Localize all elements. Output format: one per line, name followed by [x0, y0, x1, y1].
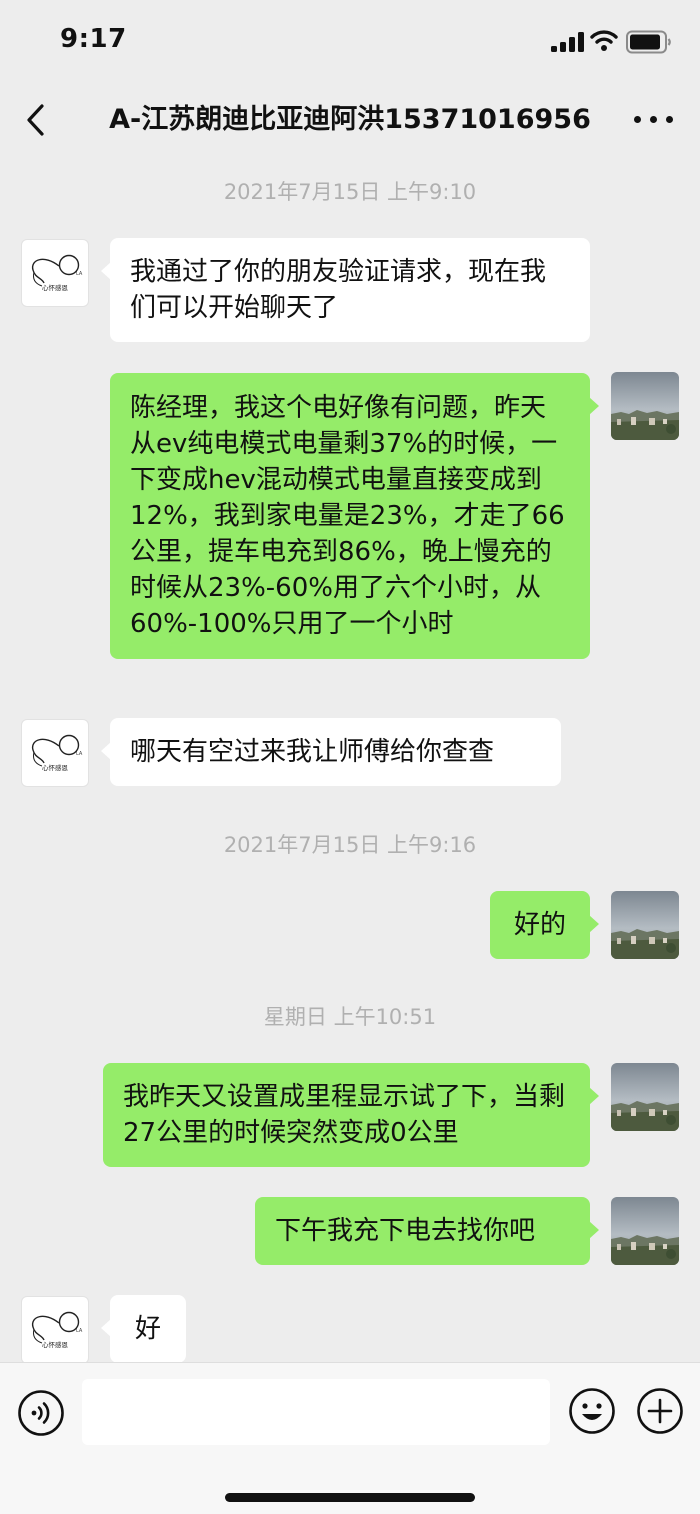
svg-text:LA: LA [76, 271, 83, 277]
wifi-icon [590, 30, 618, 51]
chat-input-bar [0, 1362, 700, 1514]
message-bubble-sent[interactable]: 下午我充下电去找你吧 [255, 1197, 599, 1265]
self-avatar-photo-icon [611, 891, 679, 959]
chat-title: A-江苏朗迪比亚迪阿洪15371016956 [109, 104, 591, 135]
contact-avatar-logo-icon: LA 心怀感恩 [31, 734, 83, 772]
message-input[interactable] [82, 1379, 550, 1445]
message-timestamp: 2021年7月15日 上午9:16 [223, 833, 477, 857]
self-avatar-photo-icon [611, 1197, 679, 1265]
message-bubble-sent[interactable]: 我昨天又设置成里程显示试了下，当剩27公里的时候突然变成0公里 [103, 1063, 599, 1167]
self-avatar[interactable] [611, 372, 679, 440]
self-avatar[interactable] [611, 1197, 679, 1265]
chat-header: A-江苏朗迪比亚迪阿洪15371016956 [0, 84, 700, 156]
home-indicator[interactable] [225, 1493, 475, 1502]
self-avatar[interactable] [611, 1063, 679, 1131]
svg-text:LA: LA [76, 751, 83, 757]
contact-avatar-logo-icon: LA 心怀感恩 [31, 254, 83, 292]
svg-text:心怀感恩: 心怀感恩 [42, 283, 69, 292]
status-bar: 9:17 [0, 0, 700, 84]
message-bubble-received[interactable]: 好 [101, 1295, 186, 1363]
message-timestamp: 2021年7月15日 上午9:10 [223, 180, 477, 204]
battery-icon [626, 30, 671, 54]
plus-icon[interactable] [636, 1387, 684, 1435]
back-button[interactable] [20, 100, 54, 140]
emoji-icon[interactable] [568, 1387, 616, 1435]
more-options-button[interactable] [630, 106, 676, 132]
voice-icon[interactable] [17, 1389, 65, 1437]
message-bubble-sent[interactable]: 好的 [490, 891, 599, 959]
status-time: 9:17 [60, 24, 127, 54]
message-bubble-sent[interactable]: 陈经理，我这个电好像有问题，昨天从ev纯电模式电量剩37%的时候，一下变成hev… [110, 373, 599, 659]
svg-text:LA: LA [76, 1328, 83, 1334]
self-avatar[interactable] [611, 891, 679, 959]
svg-text:心怀感恩: 心怀感恩 [42, 763, 69, 772]
svg-text:心怀感恩: 心怀感恩 [42, 1340, 69, 1349]
self-avatar-photo-icon [611, 372, 679, 440]
cellular-signal-icon [551, 32, 585, 52]
message-timestamp: 星期日 上午10:51 [263, 1005, 437, 1029]
contact-avatar[interactable]: LA 心怀感恩 [21, 1296, 89, 1364]
contact-avatar-logo-icon: LA 心怀感恩 [31, 1311, 83, 1349]
contact-avatar[interactable]: LA 心怀感恩 [21, 239, 89, 307]
self-avatar-photo-icon [611, 1063, 679, 1131]
message-bubble-received[interactable]: 我通过了你的朋友验证请求，现在我们可以开始聊天了 [101, 238, 590, 342]
contact-avatar[interactable]: LA 心怀感恩 [21, 719, 89, 787]
message-bubble-received[interactable]: 哪天有空过来我让师傅给你查查 [101, 718, 561, 786]
